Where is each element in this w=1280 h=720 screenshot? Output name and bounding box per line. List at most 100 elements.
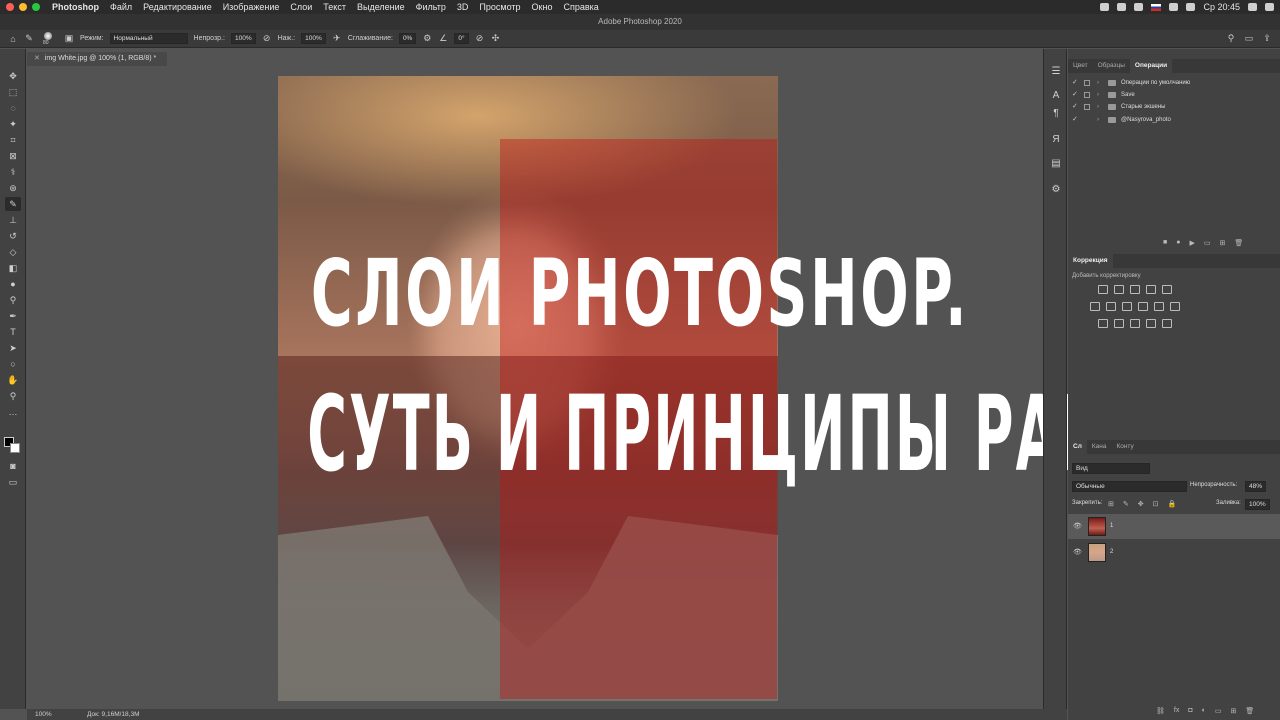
zoom-tool-icon[interactable]: ⚲ [5, 389, 21, 403]
path-selection-tool-icon[interactable]: ➤ [5, 341, 21, 355]
action-set-row[interactable]: ✓ › Операции по умолчанию [1068, 77, 1280, 89]
character-panel-icon[interactable]: A [1049, 89, 1063, 103]
bluetooth-icon[interactable] [1134, 3, 1144, 11]
new-action-icon[interactable]: ⊞ [1219, 239, 1225, 247]
zoom-level[interactable]: 100% [35, 709, 52, 720]
angle-input[interactable]: 0° [454, 33, 469, 44]
brightness-icon[interactable] [1098, 285, 1108, 294]
screen-mode-icon[interactable]: ▭ [5, 475, 21, 489]
record-icon[interactable]: ● [1176, 239, 1180, 247]
crop-tool-icon[interactable]: ⌗ [5, 133, 21, 147]
search-icon[interactable]: ⚲ [1226, 33, 1236, 43]
brush-tool-icon[interactable]: ✎ [24, 33, 34, 44]
more-tools-icon[interactable]: … [5, 405, 21, 419]
channel-mixer-icon[interactable] [1154, 302, 1164, 311]
mode-select[interactable]: Нормальный [109, 33, 188, 44]
wifi-icon[interactable] [1169, 3, 1179, 11]
check-icon[interactable]: ✓ [1072, 114, 1078, 126]
delete-layer-icon[interactable]: 🗑 [1245, 707, 1254, 715]
size-pressure-icon[interactable]: ⊘ [475, 33, 485, 44]
play-icon[interactable]: ▶ [1189, 239, 1194, 247]
tab-actions[interactable]: Операции [1129, 59, 1173, 73]
dialog-toggle[interactable] [1084, 104, 1090, 110]
lasso-tool-icon[interactable]: ◌ [5, 101, 21, 115]
menu-3d[interactable]: 3D [457, 2, 469, 12]
battery-icon[interactable] [1117, 3, 1127, 11]
pen-tool-icon[interactable]: ✒ [5, 309, 21, 323]
action-set-row[interactable]: ✓ › @Nasyrova_photo [1068, 114, 1280, 126]
pressure-input[interactable]: 100% [301, 33, 326, 44]
selective-color-icon[interactable] [1146, 319, 1156, 328]
check-icon[interactable]: ✓ [1072, 89, 1078, 101]
magic-wand-tool-icon[interactable]: ✦ [5, 117, 21, 131]
curves-icon[interactable] [1130, 285, 1140, 294]
brush-settings-icon[interactable]: ▣ [64, 33, 74, 44]
invert-icon[interactable] [1098, 319, 1108, 328]
color-balance-icon[interactable] [1106, 302, 1116, 311]
airbrush-icon[interactable]: ✈ [332, 33, 342, 44]
expand-arrow-icon[interactable]: › [1097, 77, 1099, 89]
blur-tool-icon[interactable]: ● [5, 277, 21, 291]
properties-panel-icon[interactable]: ⚙ [1049, 183, 1063, 197]
eyedropper-tool-icon[interactable]: ⚕ [5, 165, 21, 179]
photo-filter-icon[interactable] [1138, 302, 1148, 311]
creative-cloud-icon[interactable] [1100, 3, 1110, 11]
menu-layers[interactable]: Слои [290, 2, 312, 12]
menu-filter[interactable]: Фильтр [416, 2, 446, 12]
glyphs-panel-icon[interactable]: Я [1049, 133, 1063, 147]
move-tool-icon[interactable]: ✥ [5, 69, 21, 83]
marquee-tool-icon[interactable]: ⬚ [5, 85, 21, 99]
opacity-input[interactable]: 100% [230, 33, 256, 44]
dialog-toggle[interactable] [1084, 80, 1090, 86]
smoothing-settings-icon[interactable]: ⚙ [422, 33, 432, 44]
background-color-swatch[interactable] [10, 443, 20, 453]
stop-icon[interactable]: ■ [1163, 239, 1167, 247]
expand-arrow-icon[interactable]: › [1097, 89, 1099, 101]
dialog-toggle[interactable] [1084, 92, 1090, 98]
fill-input[interactable]: 100% [1245, 499, 1270, 510]
adjustment-layer-icon[interactable]: ◐ [1202, 707, 1206, 715]
new-layer-icon[interactable]: ⊞ [1230, 707, 1236, 715]
levels-icon[interactable] [1114, 285, 1124, 294]
document-tab[interactable]: ✕ img White.jpg @ 100% (1, RGB/8) * [27, 52, 167, 66]
expand-arrow-icon[interactable]: › [1097, 114, 1099, 126]
tab-swatches[interactable]: Образцы [1093, 59, 1130, 73]
blend-mode-select[interactable]: Обычные [1072, 481, 1187, 492]
layer-name[interactable]: 2 [1110, 549, 1113, 555]
hue-saturation-icon[interactable] [1090, 302, 1100, 311]
check-icon[interactable]: ✓ [1072, 101, 1078, 113]
opacity-pressure-icon[interactable]: ⊘ [262, 33, 272, 44]
new-group-icon[interactable]: ▭ [1215, 707, 1222, 715]
close-window-button[interactable] [6, 3, 14, 11]
tab-adjustments[interactable]: Коррекция [1068, 254, 1113, 268]
menu-select[interactable]: Выделение [357, 2, 405, 12]
brush-preset-picker[interactable]: 80 [40, 31, 58, 47]
brush-tool-icon[interactable]: ✎ [5, 197, 21, 211]
check-icon[interactable]: ✓ [1072, 77, 1078, 89]
vibrance-icon[interactable] [1162, 285, 1172, 294]
eye-icon[interactable]: 👁 [1073, 522, 1082, 530]
type-tool-icon[interactable]: T [5, 325, 21, 339]
frame-tool-icon[interactable]: ⊠ [5, 149, 21, 163]
tab-channels[interactable]: Кана [1087, 440, 1112, 454]
menubar-clock[interactable]: Ср 20:45 [1203, 2, 1240, 12]
action-set-row[interactable]: ✓ › Save [1068, 89, 1280, 101]
tab-color[interactable]: Цвет [1068, 59, 1093, 73]
gradient-map-icon[interactable] [1162, 319, 1172, 328]
posterize-icon[interactable] [1114, 319, 1124, 328]
exposure-icon[interactable] [1146, 285, 1156, 294]
spotlight-icon[interactable] [1248, 3, 1257, 11]
history-panel-icon[interactable]: ☰ [1049, 65, 1063, 79]
hand-tool-icon[interactable]: ✋ [5, 373, 21, 387]
shape-tool-icon[interactable]: ○ [5, 357, 21, 371]
tab-layers[interactable]: Сл [1068, 440, 1087, 454]
symmetry-icon[interactable]: ✣ [491, 33, 501, 44]
menu-type[interactable]: Текст [323, 2, 346, 12]
layer-opacity-input[interactable]: 48% [1245, 481, 1267, 492]
layer-row[interactable]: 👁 2 [1068, 540, 1280, 565]
libraries-panel-icon[interactable]: ▤ [1049, 157, 1063, 171]
minimize-window-button[interactable] [19, 3, 27, 11]
lock-all-icon[interactable]: 🔒 [1168, 500, 1177, 508]
menu-file[interactable]: Файл [110, 2, 132, 12]
lock-artboard-icon[interactable]: ⊡ [1153, 500, 1159, 508]
